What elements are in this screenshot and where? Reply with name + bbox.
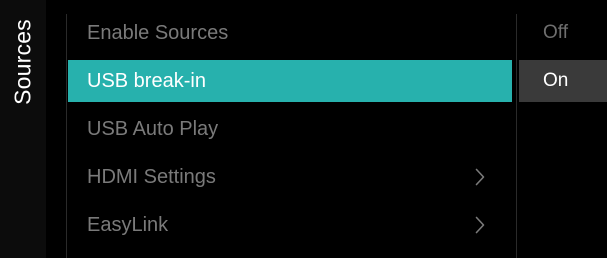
menu-item-label: USB break-in [87, 69, 206, 92]
menu-item-label: HDMI Settings [87, 165, 216, 188]
option-off[interactable]: Off [519, 12, 607, 54]
menu-item-enable-sources[interactable]: Enable Sources [68, 12, 512, 54]
option-on[interactable]: On [519, 60, 607, 102]
divider-left [66, 14, 67, 258]
side-panel-title: Sources [9, 19, 36, 105]
chevron-right-icon [465, 156, 495, 198]
menu-item-hdmi-settings[interactable]: HDMI Settings [68, 156, 512, 198]
option-list: Off On [519, 12, 607, 258]
divider-right [516, 14, 517, 258]
menu-item-usb-break-in[interactable]: USB break-in [68, 60, 512, 102]
settings-menu: Enable Sources USB break-in USB Auto Pla… [68, 12, 512, 258]
menu-item-label: Enable Sources [87, 21, 229, 44]
menu-item-label: EasyLink [87, 213, 169, 236]
menu-item-easylink[interactable]: EasyLink [68, 204, 512, 246]
option-label: Off [543, 22, 568, 43]
chevron-right-icon [465, 204, 495, 246]
menu-item-usb-auto-play[interactable]: USB Auto Play [68, 108, 512, 150]
sources-settings-screen: Sources Enable Sources USB break-in USB … [0, 0, 607, 258]
menu-item-label: USB Auto Play [87, 117, 219, 140]
option-label: On [543, 70, 569, 91]
side-panel: Sources [0, 0, 46, 258]
